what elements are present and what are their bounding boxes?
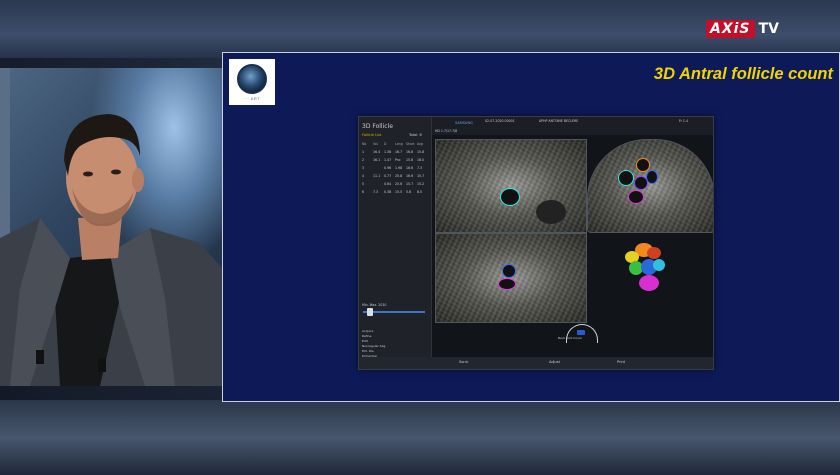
table-cell: 0.77 <box>384 174 392 178</box>
follicle-outline-blue <box>502 264 516 278</box>
table-cell: 7.3 <box>373 190 379 194</box>
ultrasound-screen-photo: 3D Follicle Follicle List Total: 6 No Vo… <box>358 116 714 370</box>
header-date: 02-07-2020 00001 <box>485 119 515 123</box>
follicle-outline-cyan <box>618 170 634 186</box>
table-header-cell: Avg <box>417 141 423 146</box>
slide-logo: ··· ART <box>229 59 275 105</box>
follicle-outline-magenta <box>498 278 516 290</box>
follicle-blob <box>653 259 665 271</box>
table-cell: 0.64 <box>384 182 392 186</box>
follicle-list-label: Follicle List <box>362 133 382 137</box>
probe-label: Back Anti-Cover <box>558 336 583 340</box>
follicle-total: Total: 6 <box>409 133 422 137</box>
table-cell: 7.3 <box>417 166 423 170</box>
presenter-figure <box>0 114 222 386</box>
table-row: 1 16.4 1.38 16.7 16.8 15.8 <box>362 148 428 156</box>
channel-logo: AXiS TV <box>706 18 779 40</box>
table-header: No Vol D Long Short Avg <box>362 139 428 148</box>
channel-logo-text: AXiS <box>706 20 755 38</box>
dark-region <box>536 200 566 224</box>
table-cell: 16.8 <box>406 150 414 154</box>
table-cell: 15.5 <box>395 190 403 194</box>
table-cell: 4 <box>362 174 365 178</box>
table-cell: 16.4 <box>373 150 381 154</box>
table-cell: 0.38 <box>384 190 392 194</box>
threshold-slider-knob[interactable] <box>367 308 373 316</box>
table-header-cell: Short <box>406 141 415 146</box>
table-cell: 1.98 <box>395 166 403 170</box>
ultrasound-texture <box>588 140 713 232</box>
slider-label: Min. Max. 2010 <box>362 303 387 307</box>
follicle-blob <box>639 275 659 291</box>
table-cell: 5 <box>362 182 365 186</box>
table-cell: 8.5 <box>417 190 423 194</box>
table-cell: 5.6 <box>406 190 412 194</box>
table-cell: 16.0 <box>417 158 425 162</box>
table-row: 5 0.64 20.6 15.7 15.2 <box>362 180 428 188</box>
table-cell: 1.38 <box>384 150 392 154</box>
table-cell: 15.7 <box>406 182 414 186</box>
presenter-video <box>0 68 223 386</box>
studio-background-bottom <box>0 400 840 475</box>
presentation-slide: ··· ART 3D Antral follicle count 3D Foll… <box>222 52 840 402</box>
follicle-outline-cyan <box>500 188 520 206</box>
follicle-table: No Vol D Long Short Avg 1 16.4 1.38 16.7 16.… <box>362 139 428 196</box>
footer-item[interactable]: Print <box>617 360 625 364</box>
header-hospital: APHP ANTOINE BECLERE <box>539 119 579 123</box>
follicle-outline-magenta <box>628 190 644 204</box>
table-cell: 25.8 <box>395 174 403 178</box>
table-cell: 15.8 <box>417 150 425 154</box>
table-cell: Pnc <box>395 158 401 162</box>
table-row: 6 7.3 0.38 15.5 5.6 8.5 <box>362 188 428 196</box>
follicle-3d-render <box>621 237 681 307</box>
ultrasound-view-1[interactable] <box>435 139 587 233</box>
table-cell: 16.6 <box>406 174 414 178</box>
table-cell: 3 <box>362 166 365 170</box>
ultrasound-side-panel: 3D Follicle Follicle List Total: 6 No Vo… <box>359 117 432 369</box>
header-right-info: Fr 1.4 <box>679 119 688 123</box>
header-brand: SAMSUNG <box>455 121 473 125</box>
ultrasound-view-2[interactable] <box>587 139 713 233</box>
slide-title: 3D Antral follicle count <box>653 65 833 83</box>
table-cell: 15.8 <box>406 158 414 162</box>
table-cell: 16.6 <box>406 166 414 170</box>
footer-item[interactable]: Sonic <box>459 360 468 364</box>
table-cell: 15.2 <box>417 182 425 186</box>
ultrasound-app-title: 3D Follicle <box>362 123 393 130</box>
table-cell: 0.96 <box>384 166 392 170</box>
table-cell: 20.6 <box>395 182 403 186</box>
header-left-info: HD 1.7/17.7/8 <box>435 129 458 133</box>
table-row: 2 16.1 1.47 Pnc 15.8 16.0 <box>362 156 428 164</box>
table-cell: 2 <box>362 158 365 162</box>
probe-marker <box>577 330 585 335</box>
eye-logo-icon <box>237 63 267 94</box>
table-row: 3 0.96 1.98 16.6 7.3 <box>362 164 428 172</box>
follicle-blob <box>647 247 661 259</box>
table-header-cell: Long <box>395 141 403 146</box>
table-cell: 15.7 <box>417 174 425 178</box>
footer-item[interactable]: Adjust <box>549 360 560 364</box>
follicle-outline-blue <box>646 170 658 184</box>
table-header-cell: D <box>384 141 387 146</box>
tool-list: Acquire Refine Edit Nonregular Seg. Ext.… <box>362 329 386 359</box>
channel-logo-tv: TV <box>758 21 779 37</box>
table-cell: 11.1 <box>373 174 381 178</box>
ultrasound-view-3[interactable] <box>435 233 587 323</box>
table-cell: 16.7 <box>395 150 403 154</box>
table-header-cell: Vol <box>373 141 378 146</box>
ultrasound-footer: Sonic Adjust Print <box>359 357 713 369</box>
table-row: 4 11.1 0.77 25.8 16.6 15.7 <box>362 172 428 180</box>
slide-logo-brand: ··· ART <box>243 95 261 101</box>
table-cell: 1.47 <box>384 158 392 162</box>
table-cell: 16.1 <box>373 158 381 162</box>
table-cell: 1 <box>362 150 365 154</box>
table-header-cell: No <box>362 141 367 146</box>
follicle-outline-orange <box>636 158 650 172</box>
table-cell: 6 <box>362 190 365 194</box>
